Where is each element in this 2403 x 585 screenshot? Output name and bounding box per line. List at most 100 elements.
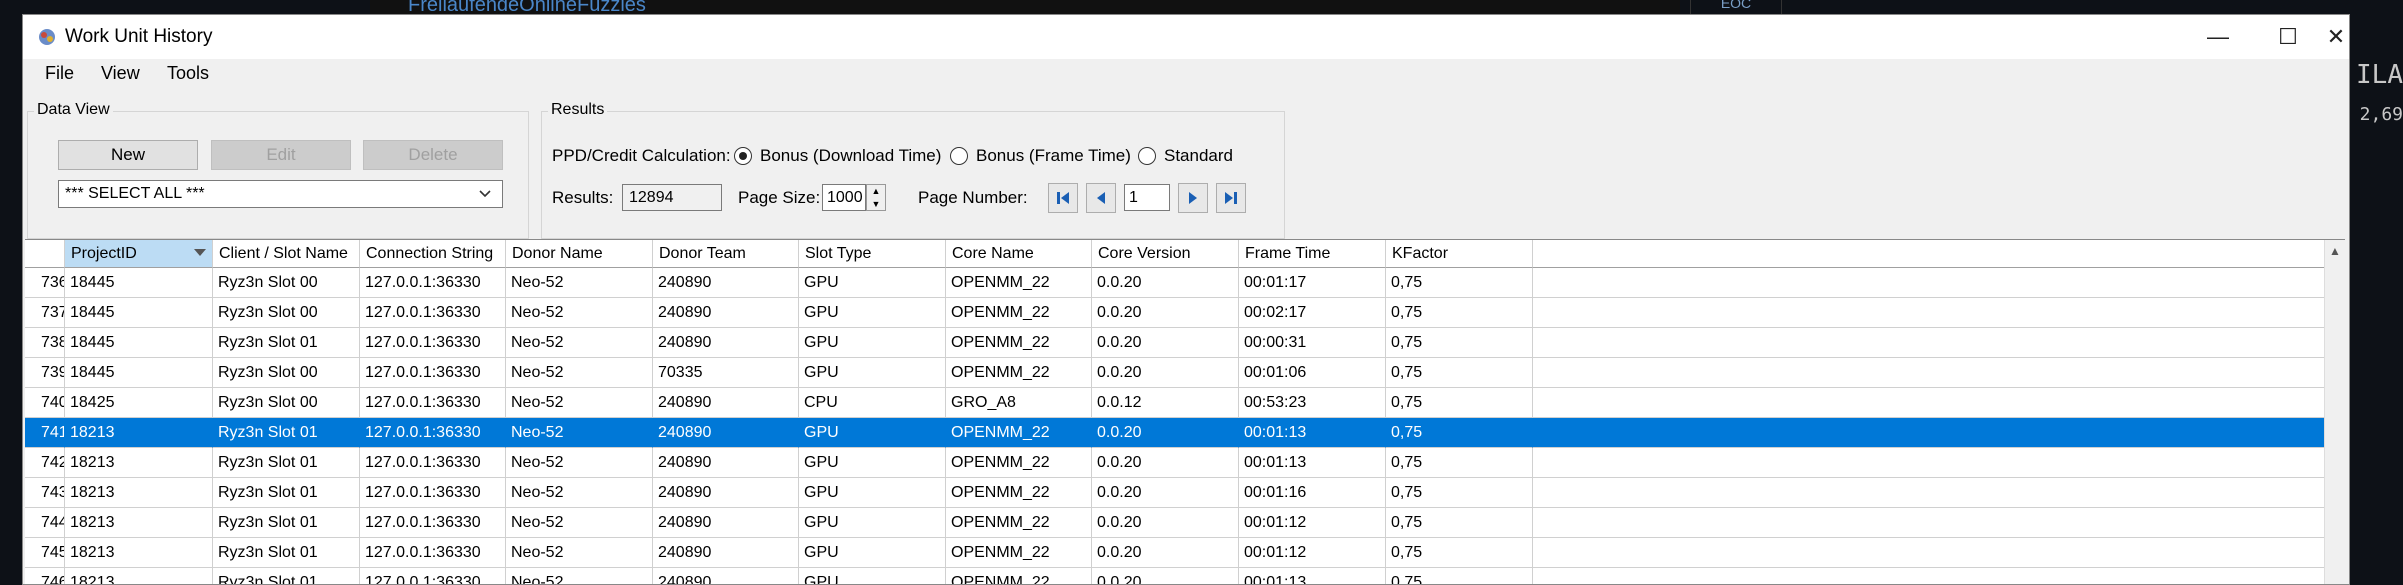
table-cell[interactable]: CPU (799, 388, 946, 418)
table-cell[interactable]: Ryz3n Slot 00 (213, 388, 360, 418)
work-unit-grid[interactable]: ProjectID Client / Slot Name Connection … (25, 239, 2345, 584)
query-select[interactable]: *** SELECT ALL *** (58, 180, 503, 208)
radio-standard[interactable] (1138, 147, 1156, 165)
spin-up-icon[interactable]: ▲ (872, 186, 881, 196)
table-cell[interactable]: Ryz3n Slot 01 (213, 478, 360, 508)
table-cell[interactable]: GPU (799, 358, 946, 388)
table-cell[interactable]: OPENMM_22 (946, 568, 1092, 584)
row-number[interactable]: 742 (25, 448, 65, 478)
table-cell[interactable]: 240890 (653, 568, 799, 584)
page-size-spinner[interactable]: ▲ ▼ (866, 184, 886, 211)
row-number[interactable]: 745 (25, 538, 65, 568)
menu-view[interactable]: View (101, 63, 140, 84)
table-cell[interactable]: GPU (799, 418, 946, 448)
table-cell[interactable]: Ryz3n Slot 01 (213, 418, 360, 448)
table-row[interactable]: 74418213Ryz3n Slot 01127.0.0.1:36330Neo-… (25, 508, 2345, 538)
close-button[interactable]: ✕ (2323, 15, 2349, 59)
column-header-slot-type[interactable]: Slot Type (799, 240, 946, 268)
table-cell[interactable]: 0.0.20 (1092, 328, 1239, 358)
next-page-button[interactable] (1178, 183, 1208, 213)
column-header-connection[interactable]: Connection String (360, 240, 506, 268)
menu-tools[interactable]: Tools (167, 63, 209, 84)
table-cell[interactable]: OPENMM_22 (946, 508, 1092, 538)
table-cell[interactable]: Neo-52 (506, 538, 653, 568)
row-number[interactable]: 739 (25, 358, 65, 388)
table-cell[interactable]: 70335 (653, 358, 799, 388)
table-cell[interactable]: 127.0.0.1:36330 (360, 478, 506, 508)
new-button[interactable]: New (58, 140, 198, 170)
row-number[interactable]: 746 (25, 568, 65, 584)
table-cell[interactable]: Neo-52 (506, 478, 653, 508)
table-cell[interactable]: 18213 (65, 448, 213, 478)
table-cell[interactable]: 18445 (65, 268, 213, 298)
table-cell[interactable]: Neo-52 (506, 508, 653, 538)
table-cell[interactable]: 0.0.20 (1092, 358, 1239, 388)
table-cell[interactable]: GPU (799, 448, 946, 478)
table-cell[interactable]: 127.0.0.1:36330 (360, 268, 506, 298)
table-cell[interactable]: 00:02:17 (1239, 298, 1386, 328)
table-cell[interactable]: 18213 (65, 418, 213, 448)
row-number[interactable]: 738 (25, 328, 65, 358)
column-header-donor-name[interactable]: Donor Name (506, 240, 653, 268)
table-cell[interactable]: 00:01:16 (1239, 478, 1386, 508)
table-cell[interactable]: 0,75 (1386, 568, 1533, 584)
table-cell[interactable]: 0,75 (1386, 358, 1533, 388)
table-cell[interactable]: GPU (799, 298, 946, 328)
table-cell[interactable]: OPENMM_22 (946, 358, 1092, 388)
table-cell[interactable]: Ryz3n Slot 00 (213, 298, 360, 328)
table-cell[interactable]: 00:00:31 (1239, 328, 1386, 358)
table-cell[interactable]: OPENMM_22 (946, 268, 1092, 298)
table-cell[interactable]: Neo-52 (506, 418, 653, 448)
column-header-projectid[interactable]: ProjectID (65, 240, 213, 268)
table-cell[interactable]: Ryz3n Slot 01 (213, 538, 360, 568)
table-cell[interactable]: Neo-52 (506, 358, 653, 388)
table-cell[interactable]: 0.0.20 (1092, 478, 1239, 508)
table-cell[interactable]: 0.0.20 (1092, 418, 1239, 448)
table-cell[interactable]: 127.0.0.1:36330 (360, 328, 506, 358)
minimize-button[interactable]: — (2183, 15, 2253, 59)
first-page-button[interactable] (1048, 183, 1078, 213)
table-cell[interactable]: 127.0.0.1:36330 (360, 568, 506, 584)
column-header-frame-time[interactable]: Frame Time (1239, 240, 1386, 268)
table-cell[interactable]: 18445 (65, 298, 213, 328)
maximize-button[interactable]: ☐ (2253, 15, 2323, 59)
table-cell[interactable]: Ryz3n Slot 01 (213, 508, 360, 538)
table-cell[interactable]: 0.0.20 (1092, 298, 1239, 328)
table-cell[interactable]: Ryz3n Slot 00 (213, 358, 360, 388)
table-cell[interactable]: 127.0.0.1:36330 (360, 538, 506, 568)
table-cell[interactable]: 0,75 (1386, 268, 1533, 298)
table-cell[interactable]: 127.0.0.1:36330 (360, 418, 506, 448)
table-cell[interactable]: 18445 (65, 328, 213, 358)
table-cell[interactable]: 240890 (653, 448, 799, 478)
table-cell[interactable]: 18445 (65, 358, 213, 388)
table-cell[interactable]: 0,75 (1386, 538, 1533, 568)
column-header-core-version[interactable]: Core Version (1092, 240, 1239, 268)
table-row[interactable]: 74018425Ryz3n Slot 00127.0.0.1:36330Neo-… (25, 388, 2345, 418)
table-cell[interactable]: 00:01:06 (1239, 358, 1386, 388)
table-cell[interactable]: OPENMM_22 (946, 418, 1092, 448)
table-cell[interactable]: Neo-52 (506, 298, 653, 328)
table-cell[interactable]: 0.0.20 (1092, 268, 1239, 298)
title-bar[interactable]: Work Unit History — ☐ ✕ (23, 15, 2349, 59)
vertical-scrollbar[interactable]: ▲ (2324, 240, 2345, 584)
table-row[interactable]: 73918445Ryz3n Slot 00127.0.0.1:36330Neo-… (25, 358, 2345, 388)
table-cell[interactable]: GPU (799, 268, 946, 298)
table-cell[interactable]: 240890 (653, 268, 799, 298)
table-cell[interactable]: Ryz3n Slot 01 (213, 448, 360, 478)
table-cell[interactable]: 00:01:12 (1239, 508, 1386, 538)
table-cell[interactable]: Ryz3n Slot 01 (213, 568, 360, 584)
column-header-donor-team[interactable]: Donor Team (653, 240, 799, 268)
table-cell[interactable]: OPENMM_22 (946, 538, 1092, 568)
row-number[interactable]: 740 (25, 388, 65, 418)
table-cell[interactable]: GRO_A8 (946, 388, 1092, 418)
table-cell[interactable]: 0.0.20 (1092, 508, 1239, 538)
table-row[interactable]: 74618213Ryz3n Slot 01127.0.0.1:36330Neo-… (25, 568, 2345, 584)
row-number[interactable]: 744 (25, 508, 65, 538)
scroll-up-icon[interactable]: ▲ (2329, 244, 2341, 258)
table-cell[interactable]: 240890 (653, 388, 799, 418)
row-number[interactable]: 741 (25, 418, 65, 448)
spin-down-icon[interactable]: ▼ (872, 199, 881, 209)
radio-standard-label[interactable]: Standard (1164, 146, 1233, 166)
table-cell[interactable]: 18213 (65, 508, 213, 538)
table-cell[interactable]: GPU (799, 328, 946, 358)
